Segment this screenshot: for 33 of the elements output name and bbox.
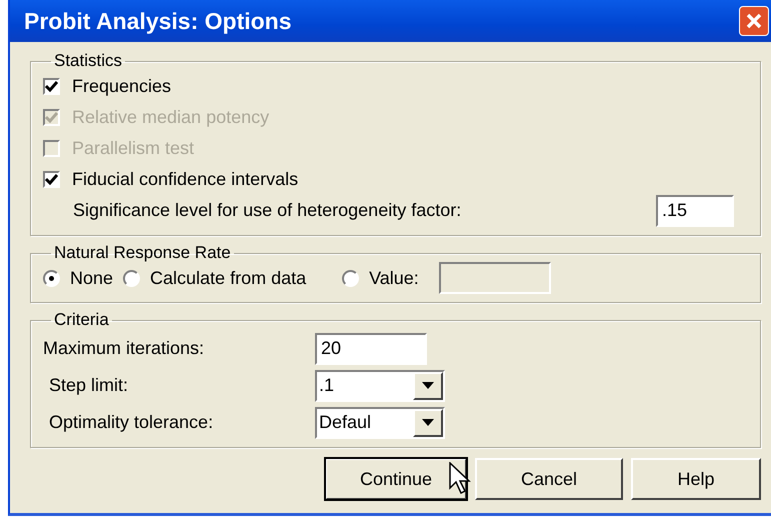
close-icon	[744, 11, 764, 31]
dropdown-value: .1	[319, 374, 334, 398]
radio-button[interactable]	[342, 270, 360, 287]
checkbox-label: Parallelism test	[72, 136, 194, 160]
caret-icon	[422, 382, 434, 390]
field-label: Step limit:	[49, 374, 130, 398]
close-button[interactable]	[739, 6, 769, 36]
caret-icon	[422, 419, 434, 426]
radio-label: None	[70, 266, 114, 290]
window-title: Probit Analysis: Options	[24, 6, 292, 36]
cursor-icon	[449, 462, 471, 494]
dropdown[interactable]: Defaul	[315, 406, 445, 439]
radio-button[interactable]	[43, 270, 60, 287]
field-label: Maximum iterations:	[43, 337, 206, 360]
radio-label: Value:	[369, 266, 419, 290]
checkbox[interactable]	[43, 78, 60, 95]
field-label: Significance level for use of heterogeneity factor:	[73, 199, 462, 222]
dialog-button[interactable]: Cancel	[475, 458, 623, 500]
field-label: Optimality tolerance:	[49, 411, 214, 434]
radio-label: Calculate from data	[150, 266, 306, 290]
dialog-button[interactable]: Help	[631, 458, 761, 500]
group-label: Criteria	[53, 311, 110, 330]
dropdown[interactable]: .1	[315, 370, 445, 402]
checkbox-label: Frequencies	[72, 74, 172, 98]
radio-button[interactable]	[123, 270, 140, 287]
group-label: Statistics	[53, 52, 124, 71]
group-label: Natural Response Rate	[53, 244, 232, 262]
checkbox-label: Relative median potency	[72, 106, 270, 129]
input-field[interactable]: .15	[656, 194, 734, 227]
dropdown-value: Defaul	[319, 411, 372, 434]
checkbox-label: Fiducial confidence intervals	[72, 168, 298, 191]
input-field[interactable]: 20	[315, 332, 427, 365]
checkbox[interactable]	[43, 170, 60, 188]
